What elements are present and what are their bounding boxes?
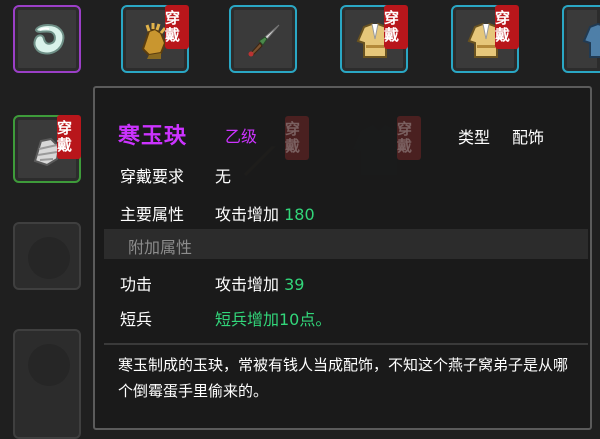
extra-attr-header: 附加属性 <box>128 238 193 257</box>
inventory-slot-robe-1[interactable]: 穿戴 <box>340 5 408 73</box>
dagger-icon <box>243 19 285 61</box>
extra-attr-section: 附加属性 <box>104 229 588 259</box>
short-weapon-label: 短兵 <box>120 310 153 329</box>
item-description: 寒玉制成的玉玦，常被有钱人当成配饰，不知这个燕子窝弟子是从哪个倒霉蛋手里偷来的。 <box>118 356 569 400</box>
item-grade: 乙级 <box>225 127 258 146</box>
wear-badge: 穿戴 <box>165 5 189 49</box>
tooltip-divider <box>104 343 588 345</box>
wear-badge: 穿戴 <box>57 115 81 159</box>
item-type-value: 配饰 <box>512 128 545 147</box>
main-attr-value: 攻击增加 180 <box>215 201 315 225</box>
inventory-slot-dagger[interactable] <box>229 5 297 73</box>
main-attr-label: 主要属性 <box>120 205 185 224</box>
wear-badge: 穿戴 <box>495 5 519 49</box>
requirement-label: 穿戴要求 <box>120 167 185 186</box>
jade-ring-icon <box>27 19 69 61</box>
empty-slot-icon <box>28 237 70 279</box>
inventory-slot-jade-ring[interactable] <box>13 5 81 73</box>
inventory-slot-empty[interactable] <box>13 222 81 290</box>
inventory-slot-gauntlet[interactable]: 穿戴 <box>121 5 189 73</box>
item-type-label: 类型 <box>458 128 491 147</box>
empty-slot-icon <box>28 344 70 386</box>
inventory-slot-robe-partial[interactable] <box>562 5 600 73</box>
inventory-slot-robe-2[interactable]: 穿戴 <box>451 5 519 73</box>
main-attr-text: 攻击增加 <box>215 205 280 224</box>
attack-value: 攻击增加 39 <box>215 271 304 295</box>
inventory-slot-bandage-gauntlet[interactable]: 穿戴 <box>13 115 81 183</box>
short-weapon-value: 短兵增加10点。 <box>215 310 332 329</box>
attack-text: 攻击增加 <box>215 275 280 294</box>
requirement-value: 无 <box>215 167 232 186</box>
attack-number: 39 <box>284 275 305 294</box>
wear-badge-faded: 穿戴 <box>285 116 309 160</box>
inventory-slot-empty[interactable] <box>13 329 81 439</box>
attack-label: 功击 <box>120 275 153 294</box>
wear-badge-faded: 穿戴 <box>397 116 421 160</box>
robe-partial-icon <box>574 19 600 61</box>
item-name: 寒玉玦 <box>118 124 188 149</box>
wear-badge: 穿戴 <box>384 5 408 49</box>
main-attr-number: 180 <box>284 205 315 224</box>
